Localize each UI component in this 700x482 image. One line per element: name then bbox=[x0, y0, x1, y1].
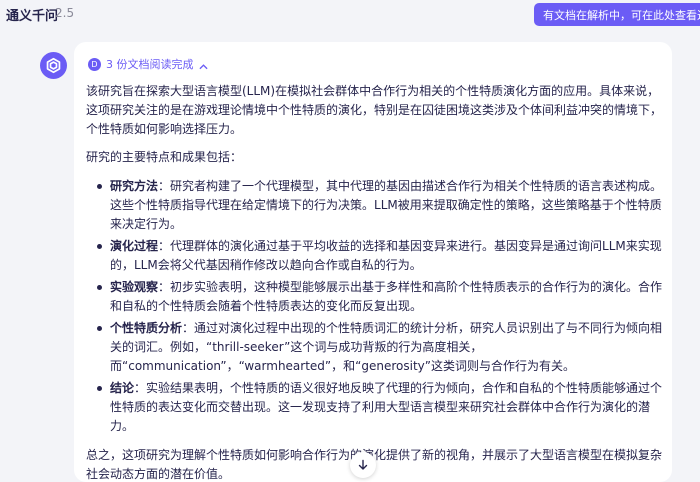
point-text: ：研究者构建了一个代理模型，其中代理的基因由描述合作行为相关个性特质的语言表述构… bbox=[110, 179, 663, 231]
arrow-down-icon bbox=[358, 459, 368, 470]
list-item: 个性特质分析：通过对演化过程中出现的个性特质词汇的统计分析，研究人员识别出了与不… bbox=[86, 319, 666, 376]
documents-read-toggle[interactable]: D 3 份文档阅读完成 bbox=[88, 56, 208, 72]
chevron-up-icon bbox=[198, 55, 208, 74]
answer-content: 该研究旨在探索大型语言模型(LLM)在模拟社会群体中合作行为相关的个性特质演化方… bbox=[86, 82, 666, 482]
point-title: 实验观察 bbox=[110, 280, 159, 294]
list-item: 演化过程：代理群体的演化通过基于平均收益的选择和基因变异来进行。基因变异是通过询… bbox=[86, 237, 666, 275]
answer-intro: 该研究旨在探索大型语言模型(LLM)在模拟社会群体中合作行为相关的个性特质演化方… bbox=[86, 84, 663, 136]
answer-card: D 3 份文档阅读完成 该研究旨在探索大型语言模型(LLM)在模拟社会群体中合作… bbox=[74, 42, 672, 482]
point-text: ：初步实验表明，这种模型能够展示出基于多样性和高阶个性特质表示的合作行为的演化。… bbox=[110, 280, 663, 313]
point-text: ：实验结果表明，个性特质的语义很好地反映了代理的行为倾向，合作和自私的个性特质能… bbox=[110, 381, 663, 433]
point-text: ：代理群体的演化通过基于平均收益的选择和基因变异来进行。基因变异是通过询问LLM… bbox=[110, 239, 662, 272]
findings-list: 研究方法：研究者构建了一个代理模型，其中代理的基因由描述合作行为相关个性特质的语… bbox=[86, 177, 666, 436]
answer-conclusion: 总之，这项研究为理解个性特质如何影响合作行为的演化提供了新的视角，并展示了大型语… bbox=[86, 448, 663, 481]
app-title: 通义千问 bbox=[6, 9, 59, 24]
point-text: ：通过对演化过程中出现的个性特质词汇的统计分析，研究人员识别出了与不同行为倾向相… bbox=[110, 321, 663, 373]
answer-lead: 研究的主要特点和成果包括： bbox=[86, 150, 243, 164]
point-title: 结论 bbox=[110, 381, 135, 395]
documents-read-status: 3 份文档阅读完成 bbox=[106, 58, 194, 71]
list-item: 实验观察：初步实验表明，这种模型能够展示出基于多样性和高阶个性特质表示的合作行为… bbox=[86, 278, 666, 316]
point-title: 演化过程 bbox=[110, 239, 159, 253]
top-bar: 通义千问 2.5 有文档在解析中，可在此处查看进度 bbox=[0, 0, 700, 30]
list-item: 结论：实验结果表明，个性特质的语义很好地反映了代理的行为倾向，合作和自私的个性特… bbox=[86, 379, 666, 436]
list-item: 研究方法：研究者构建了一个代理模型，其中代理的基因由描述合作行为相关个性特质的语… bbox=[86, 177, 666, 234]
point-title: 个性特质分析 bbox=[110, 321, 183, 335]
app-version: 2.5 bbox=[55, 6, 75, 20]
scroll-to-bottom-button[interactable] bbox=[350, 452, 376, 478]
parsing-progress-button[interactable]: 有文档在解析中，可在此处查看进度 bbox=[534, 3, 700, 26]
point-title: 研究方法 bbox=[110, 179, 159, 193]
tongyi-logo-icon bbox=[40, 52, 67, 79]
document-badge-icon: D bbox=[88, 57, 101, 71]
